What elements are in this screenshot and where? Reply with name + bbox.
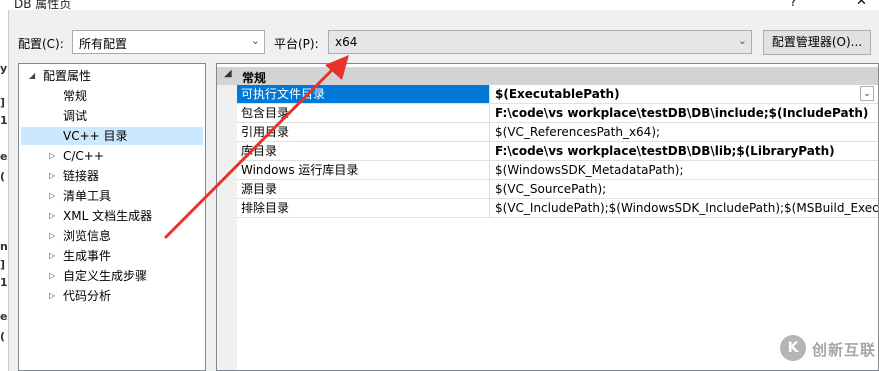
arrow-shaft — [163, 64, 338, 240]
watermark-logo: K — [780, 335, 806, 361]
watermark-text: 创新互联 — [812, 341, 877, 359]
annotation-arrow — [163, 55, 349, 240]
arrow-head — [325, 55, 349, 80]
